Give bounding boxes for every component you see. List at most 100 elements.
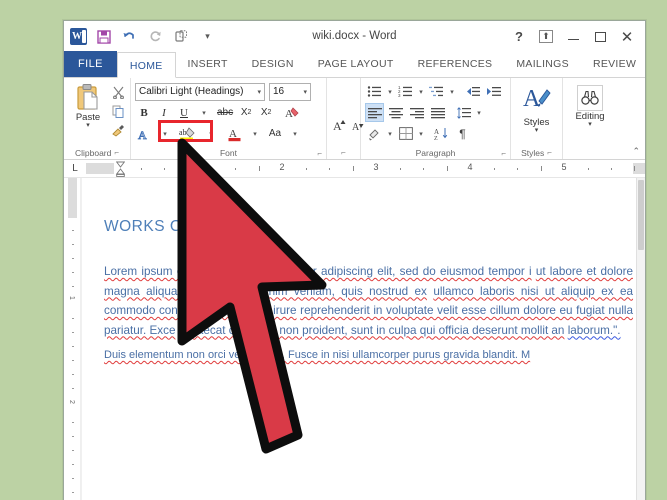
paragraph-dialog-launcher[interactable]: ⌐ (501, 149, 506, 158)
format-painter-icon[interactable] (110, 122, 126, 138)
document-paragraph-2[interactable]: Duis elementum non orci vel congue. Fusc… (104, 347, 633, 364)
vertical-scrollbar-thumb[interactable] (638, 180, 644, 250)
align-right-icon[interactable] (407, 103, 426, 122)
numbering-icon[interactable]: 1 2 3 (396, 82, 415, 101)
line-spacing-icon[interactable] (454, 103, 473, 122)
ribbon: Paste ▾ Clipboard ⌐ Calibri Light (Headi… (64, 78, 645, 160)
font-color-caret-icon[interactable]: ▾ (246, 124, 264, 143)
font-name-combobox[interactable]: Calibri Light (Headings) ▾ (135, 82, 265, 101)
text-effects-caret-icon[interactable]: ▾ (156, 124, 174, 143)
document-page[interactable]: WORKS CITED Lorem ipsum dolor sit amet, … (81, 178, 645, 500)
para1-l5: occaecat cupidatat non proident, sunt in… (178, 323, 565, 337)
borders-icon[interactable] (396, 124, 415, 143)
vertical-scrollbar[interactable] (636, 178, 645, 500)
strikethrough-button[interactable]: abc (215, 103, 235, 122)
styles-dialog-launcher[interactable]: ⌐ (547, 148, 552, 157)
bold-button[interactable]: B (135, 103, 153, 122)
change-case-button[interactable]: Aa (266, 124, 284, 143)
tab-page-layout[interactable]: PAGE LAYOUT (306, 51, 406, 77)
borders-caret-icon[interactable]: ▾ (417, 124, 425, 143)
change-case-caret-icon[interactable]: ▾ (286, 124, 304, 143)
paragraph-row-2: ▾ (365, 102, 483, 123)
paste-dropdown-caret[interactable]: ▾ (86, 122, 90, 129)
indent-marker-icon[interactable] (115, 161, 126, 177)
editing-caret-icon[interactable]: ▾ (588, 121, 592, 128)
text-highlight-color-icon[interactable]: ab (176, 124, 200, 143)
styles-caret-icon[interactable]: ▾ (535, 127, 539, 134)
font-name-value: Calibri Light (Headings) (139, 86, 244, 97)
ruler-track[interactable]: 2 3 4 5 (86, 160, 645, 177)
clipboard-dialog-launcher[interactable]: ⌐ (114, 148, 119, 157)
align-center-icon[interactable] (386, 103, 405, 122)
ruler-left-margin (86, 162, 114, 174)
customize-qat-icon[interactable]: ▾ (198, 27, 217, 46)
document-paragraph-1[interactable]: Lorem ipsum dolor sit amet, consectetur … (104, 262, 633, 340)
tab-home[interactable]: HOME (116, 52, 176, 78)
multilevel-caret-icon[interactable]: ▾ (448, 82, 456, 101)
font-dialog-launcher-2[interactable]: ⌐ (341, 148, 346, 157)
help-button[interactable]: ? (511, 29, 527, 45)
text-effects-icon[interactable]: A (135, 124, 154, 143)
ribbon-group-paragraph: ▾ 1 2 3 ▾ ▾ ▾ ▾ ▾ A Z ¶ Paragraph ⌐ (361, 78, 511, 159)
shading-icon[interactable] (365, 124, 384, 143)
font-color-icon[interactable]: A (225, 124, 244, 143)
increase-indent-icon[interactable] (484, 82, 503, 101)
font-size-combobox[interactable]: 16 ▾ (269, 82, 311, 101)
collapse-ribbon-icon[interactable]: ⌃ (632, 146, 640, 157)
decrease-indent-icon[interactable] (463, 82, 482, 101)
redo-icon[interactable] (146, 27, 165, 46)
font-name-caret[interactable]: ▾ (255, 88, 261, 96)
justify-icon[interactable] (428, 103, 447, 122)
font-size-caret[interactable]: ▾ (301, 88, 307, 96)
vertical-ruler[interactable]: 1 2 (64, 178, 81, 500)
ruler-number-3: 3 (373, 161, 379, 172)
quick-access-toolbar: W ▾ (70, 27, 217, 46)
grow-font-icon[interactable]: A (331, 115, 349, 134)
cut-icon[interactable] (110, 84, 126, 100)
tab-references[interactable]: REFERENCES (406, 51, 505, 77)
tab-mailings[interactable]: MAILINGS (504, 51, 581, 77)
close-button[interactable]: ✕ (619, 29, 635, 46)
align-left-icon[interactable] (365, 103, 384, 122)
tab-design[interactable]: DESIGN (240, 51, 306, 77)
multilevel-list-icon[interactable] (427, 82, 446, 101)
paste-icon[interactable] (75, 83, 102, 112)
minimize-button[interactable] (565, 29, 581, 45)
ribbon-display-options-button[interactable]: ⬆ (538, 29, 554, 45)
tab-stop-selector[interactable]: L (64, 163, 86, 174)
shading-caret-icon[interactable]: ▾ (386, 124, 394, 143)
find-binoculars-icon[interactable] (577, 85, 603, 111)
sort-icon[interactable]: A Z (432, 124, 451, 143)
font-group-label: Font (219, 147, 237, 158)
underline-caret-icon[interactable]: ▾ (195, 103, 213, 122)
styles-icon[interactable]: A (522, 84, 552, 117)
text-highlight-caret-icon[interactable]: ▾ (202, 124, 220, 143)
title-bar: W ▾ wiki.docx - Word ? ⬆ ✕ (64, 21, 645, 52)
superscript-button[interactable]: X2 (257, 103, 275, 122)
line-spacing-caret-icon[interactable]: ▾ (475, 103, 483, 122)
vruler-number-1: 1 (68, 296, 75, 300)
undo-icon[interactable] (120, 27, 139, 46)
copy-icon[interactable] (110, 103, 126, 119)
minimize-icon (567, 38, 579, 41)
subscript-button[interactable]: X2 (237, 103, 255, 122)
bullets-icon[interactable] (365, 82, 384, 101)
font-row-1: Calibri Light (Headings) ▾ 16 ▾ (135, 81, 311, 102)
underline-button[interactable]: U (175, 103, 193, 122)
italic-button[interactable]: I (155, 103, 173, 122)
show-formatting-marks-icon[interactable]: ¶ (453, 124, 472, 143)
clear-formatting-icon[interactable]: A (283, 103, 302, 122)
font-dialog-launcher[interactable]: ⌐ (317, 149, 322, 158)
numbering-caret-icon[interactable]: ▾ (417, 82, 425, 101)
tab-insert[interactable]: INSERT (176, 51, 240, 77)
svg-text:Z: Z (434, 136, 438, 140)
maximize-button[interactable] (592, 29, 608, 45)
bullets-caret-icon[interactable]: ▾ (386, 82, 394, 101)
touch-mode-icon[interactable] (172, 27, 191, 46)
tab-file[interactable]: FILE (64, 51, 117, 77)
save-icon[interactable] (94, 27, 113, 46)
ribbon-group-font: Calibri Light (Headings) ▾ 16 ▾ B I U ▾ … (131, 78, 327, 159)
font-row-2: B I U ▾ abc X2 X2 A (135, 102, 302, 123)
ribbon-display-icon: ⬆ (539, 30, 553, 43)
tab-review[interactable]: REVIEW (581, 51, 645, 77)
